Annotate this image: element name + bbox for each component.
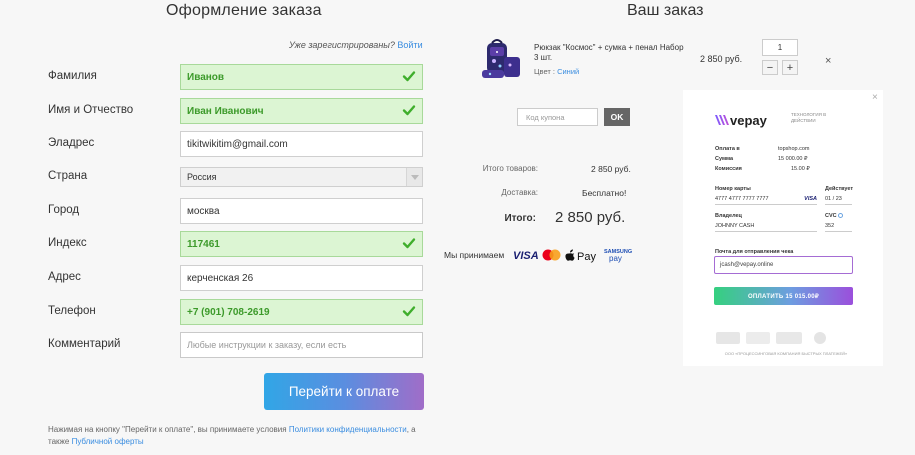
cvc-label-text: CVC [825, 213, 837, 219]
apply-coupon-button[interactable]: OK [604, 108, 630, 126]
ssl-badge [814, 332, 826, 344]
firstname-label: Имя и Отчество [48, 104, 134, 116]
check-icon [402, 238, 416, 249]
svg-text:vepay: vepay [730, 113, 768, 128]
login-link[interactable]: Войти [397, 40, 422, 50]
city-label: Город [48, 204, 80, 216]
info-icon [838, 213, 844, 219]
grand-total-value: 2 850 руб. [555, 209, 626, 226]
visa-logo: VISA [513, 250, 539, 262]
address-label: Адрес [48, 271, 81, 283]
email-input[interactable]: tikitwikitim@gmail.com [180, 131, 423, 157]
verified-by-visa-badge [746, 332, 770, 344]
product-price: 2 850 руб. [700, 54, 743, 64]
comment-label: Комментарий [48, 338, 121, 350]
zip-value: 117461 [187, 238, 220, 250]
country-value: Россия [187, 172, 217, 182]
vepay-tagline: ТЕХНОЛОГИЯ В ДЕЙСТВИИ [791, 112, 827, 123]
close-icon[interactable]: × [872, 92, 878, 103]
registered-text: Уже зарегистрированы? [289, 40, 395, 50]
items-total-label: Итого товаров: [482, 164, 538, 173]
legal-text-1: Нажимая на кнопку "Перейти к оплате", вы… [48, 425, 287, 434]
mastercard-securecode-badge [776, 332, 802, 344]
grand-total-label: Итого: [504, 213, 536, 224]
payment-logos: VISA Pay SAMSUNG pay [513, 245, 638, 265]
card-number-value: 4777 4777 7777 7777 [715, 195, 769, 202]
vepay-pay-button[interactable]: ОПЛАТИТЬ 15 015.00₽ [714, 287, 853, 305]
pay-to-label: Оплата в [715, 146, 740, 152]
vepay-logo: vepay [715, 113, 768, 128]
firstname-input[interactable]: Иван Иванович [180, 98, 423, 124]
expiry-input[interactable]: 01 / 23 [825, 193, 852, 205]
holder-label: Владелец [715, 213, 742, 219]
order-title: Ваш заказ [627, 2, 704, 19]
card-number-input[interactable]: 4777 4777 7777 7777 VISA [715, 193, 817, 205]
receipt-email-label: Почта для отправления чека [715, 249, 794, 255]
security-badges [716, 332, 826, 344]
svg-text:pay: pay [609, 254, 622, 263]
pci-dss-badge [716, 332, 740, 344]
coupon-input[interactable]: Код купона [517, 108, 598, 126]
product-color-label: Цвет : [534, 67, 555, 76]
legal-notice: Нажимая на кнопку "Перейти к оплате", вы… [48, 424, 428, 448]
svg-text:Pay: Pay [577, 251, 596, 263]
lastname-value: Иванов [187, 71, 225, 83]
quantity-increase-button[interactable]: + [782, 60, 798, 75]
pay-to-value: topshop.com [778, 146, 810, 152]
city-input[interactable]: москва [180, 198, 423, 224]
check-icon [402, 71, 416, 82]
receipt-email-input[interactable]: jcash@vepay.online [714, 256, 853, 274]
holder-input[interactable]: JOHNNY CASH [715, 220, 817, 232]
expiry-label: Действует [825, 186, 854, 192]
remove-item-button[interactable]: × [825, 55, 831, 67]
fee-value: 15.00 ₽ [791, 166, 810, 172]
checkout-title: Оформление заказа [166, 2, 322, 19]
backpack-product-image[interactable] [478, 37, 526, 81]
zip-input[interactable]: 117461 [180, 231, 423, 257]
phone-input[interactable]: +7 (901) 708-2619 [180, 299, 423, 325]
items-total-value: 2 850 руб. [591, 164, 631, 174]
fee-label: Комиссия [715, 166, 742, 172]
cvc-label: CVC [825, 213, 844, 219]
product-name: Рюкзак "Космос" + сумка + пенал Набор 3 … [534, 43, 684, 62]
registered-prompt: Уже зарегистрированы? Войти [289, 40, 423, 50]
proceed-to-payment-button[interactable]: Перейти к оплате [264, 373, 424, 410]
lastname-label: Фамилия [48, 70, 97, 82]
address-value: керченская 26 [187, 272, 254, 284]
address-input[interactable]: керченская 26 [180, 265, 423, 291]
visa-card-icon: VISA [804, 195, 817, 202]
delivery-label: Доставка: [501, 188, 538, 197]
card-number-label: Номер карты [715, 186, 751, 192]
phone-value: +7 (901) 708-2619 [187, 306, 270, 318]
city-value: москва [187, 205, 220, 217]
privacy-policy-link[interactable]: Политики конфиденциальности [289, 425, 407, 434]
quantity-input[interactable]: 1 [762, 39, 798, 56]
vepay-footer: ООО «ПРОЦЕССИНГОВАЯ КОМПАНИЯ БЫСТРЫХ ПЛА… [724, 351, 848, 356]
zip-label: Индекс [48, 237, 87, 249]
firstname-value: Иван Иванович [187, 105, 264, 117]
product-color-value: Синий [557, 67, 580, 76]
cvc-input[interactable]: 352 [825, 220, 852, 232]
comment-input[interactable]: Любые инструкции к заказу, если есть [180, 332, 423, 358]
amount-value: 15 000.00 ₽ [778, 156, 808, 162]
public-offer-link[interactable]: Публичной оферты [72, 437, 144, 446]
check-icon [402, 306, 416, 317]
amount-label: Сумма [715, 156, 734, 162]
country-select[interactable]: Россия [180, 167, 423, 187]
product-color: Цвет : Синий [534, 67, 579, 76]
phone-label: Телефон [48, 305, 96, 317]
lastname-input[interactable]: Иванов [180, 64, 423, 90]
email-label: Эладрес [48, 137, 95, 149]
accepted-payments-label: Мы принимаем [444, 250, 505, 260]
country-label: Страна [48, 170, 88, 182]
quantity-decrease-button[interactable]: − [762, 60, 778, 75]
check-icon [402, 105, 416, 116]
delivery-value: Бесплатно! [582, 188, 627, 198]
email-value: tikitwikitim@gmail.com [187, 138, 288, 150]
comment-placeholder: Любые инструкции к заказу, если есть [187, 340, 347, 350]
apple-icon [565, 249, 575, 261]
